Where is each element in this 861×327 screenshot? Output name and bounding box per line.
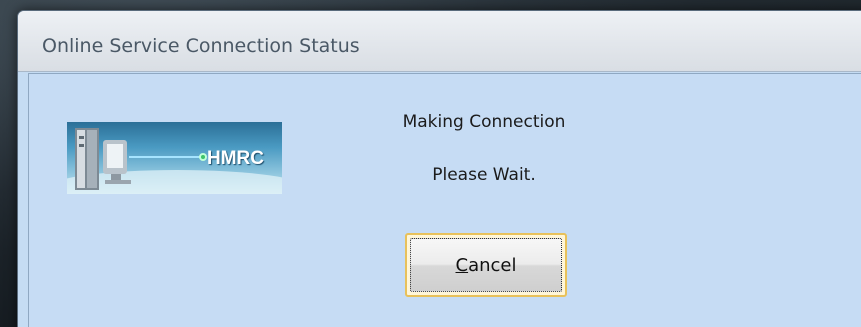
dialog-content: HMRC Making Connection Please Wait. Canc…	[28, 73, 861, 327]
hmrc-logo-text: HMRC	[207, 148, 264, 169]
status-message: Making Connection	[402, 112, 566, 132]
cancel-accelerator-key: C	[455, 254, 469, 276]
hmrc-logo: HMRC	[67, 122, 282, 194]
cancel-button[interactable]: Cancel	[405, 233, 567, 297]
wait-message: Please Wait.	[432, 165, 536, 185]
cancel-button-label: ancel	[468, 254, 517, 276]
connection-status-dialog: Online Service Connection Status HMRC Ma…	[17, 10, 861, 327]
title-bar[interactable]: Online Service Connection Status	[18, 11, 861, 72]
dialog-title: Online Service Connection Status	[42, 35, 360, 57]
cancel-button-face[interactable]: Cancel	[410, 238, 562, 292]
